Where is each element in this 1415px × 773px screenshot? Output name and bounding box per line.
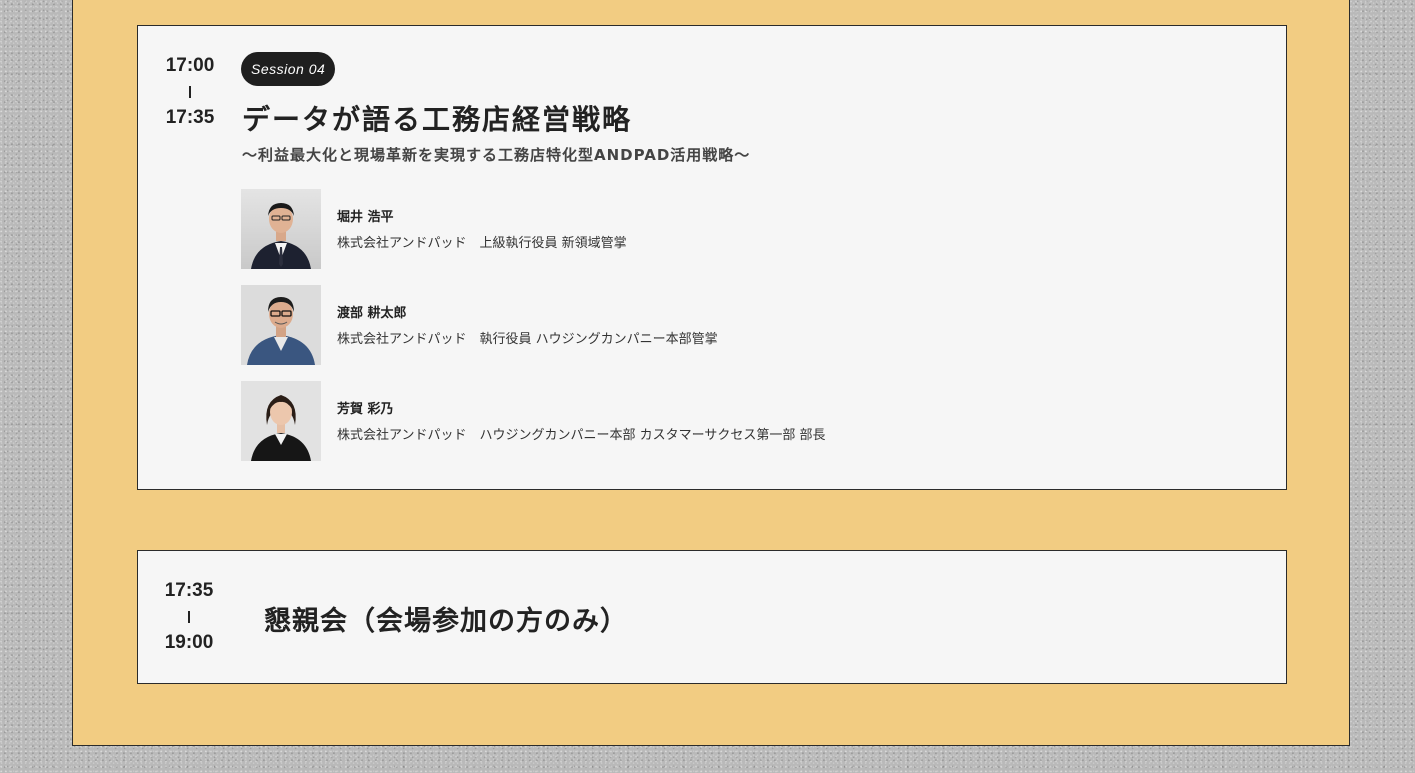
session-card: 17:00 17:35 Session 04 データが語る工務店経営戦略 〜利益… bbox=[137, 25, 1287, 490]
speaker-role: 株式会社アンドパッド 執行役員 ハウジングカンパニー本部管掌 bbox=[337, 332, 718, 347]
session-title: データが語る工務店経営戦略 bbox=[242, 103, 633, 136]
session-time-end: 17:35 bbox=[165, 107, 215, 128]
speaker-photo bbox=[241, 189, 321, 269]
speaker-name: 堀井 浩平 bbox=[337, 210, 394, 225]
speaker-role: 株式会社アンドパッド ハウジングカンパニー本部 カスタマーサクセス第一部 部長 bbox=[337, 428, 826, 443]
speaker-photo bbox=[241, 381, 321, 461]
party-card: 17:35 19:00 懇親会（会場参加の方のみ） bbox=[137, 550, 1287, 684]
time-separator bbox=[189, 86, 191, 98]
party-title: 懇親会（会場参加の方のみ） bbox=[264, 606, 628, 637]
party-time-end: 19:00 bbox=[164, 632, 214, 653]
session-subtitle: 〜利益最大化と現場革新を実現する工務店特化型ANDPAD活用戦略〜 bbox=[242, 146, 751, 164]
speaker-photo bbox=[241, 285, 321, 365]
session-badge: Session 04 bbox=[241, 52, 336, 86]
session-time-start: 17:00 bbox=[165, 55, 215, 76]
time-separator bbox=[188, 611, 190, 623]
session-time: 17:00 17:35 bbox=[150, 54, 230, 130]
schedule-panel: 17:00 17:35 Session 04 データが語る工務店経営戦略 〜利益… bbox=[72, 0, 1350, 746]
speaker-role: 株式会社アンドパッド 上級執行役員 新領域管掌 bbox=[337, 236, 627, 251]
speaker-name: 渡部 耕太郎 bbox=[337, 306, 407, 321]
speaker-name: 芳賀 彩乃 bbox=[337, 402, 394, 417]
party-time-start: 17:35 bbox=[164, 580, 214, 601]
party-time: 17:35 19:00 bbox=[149, 579, 229, 655]
